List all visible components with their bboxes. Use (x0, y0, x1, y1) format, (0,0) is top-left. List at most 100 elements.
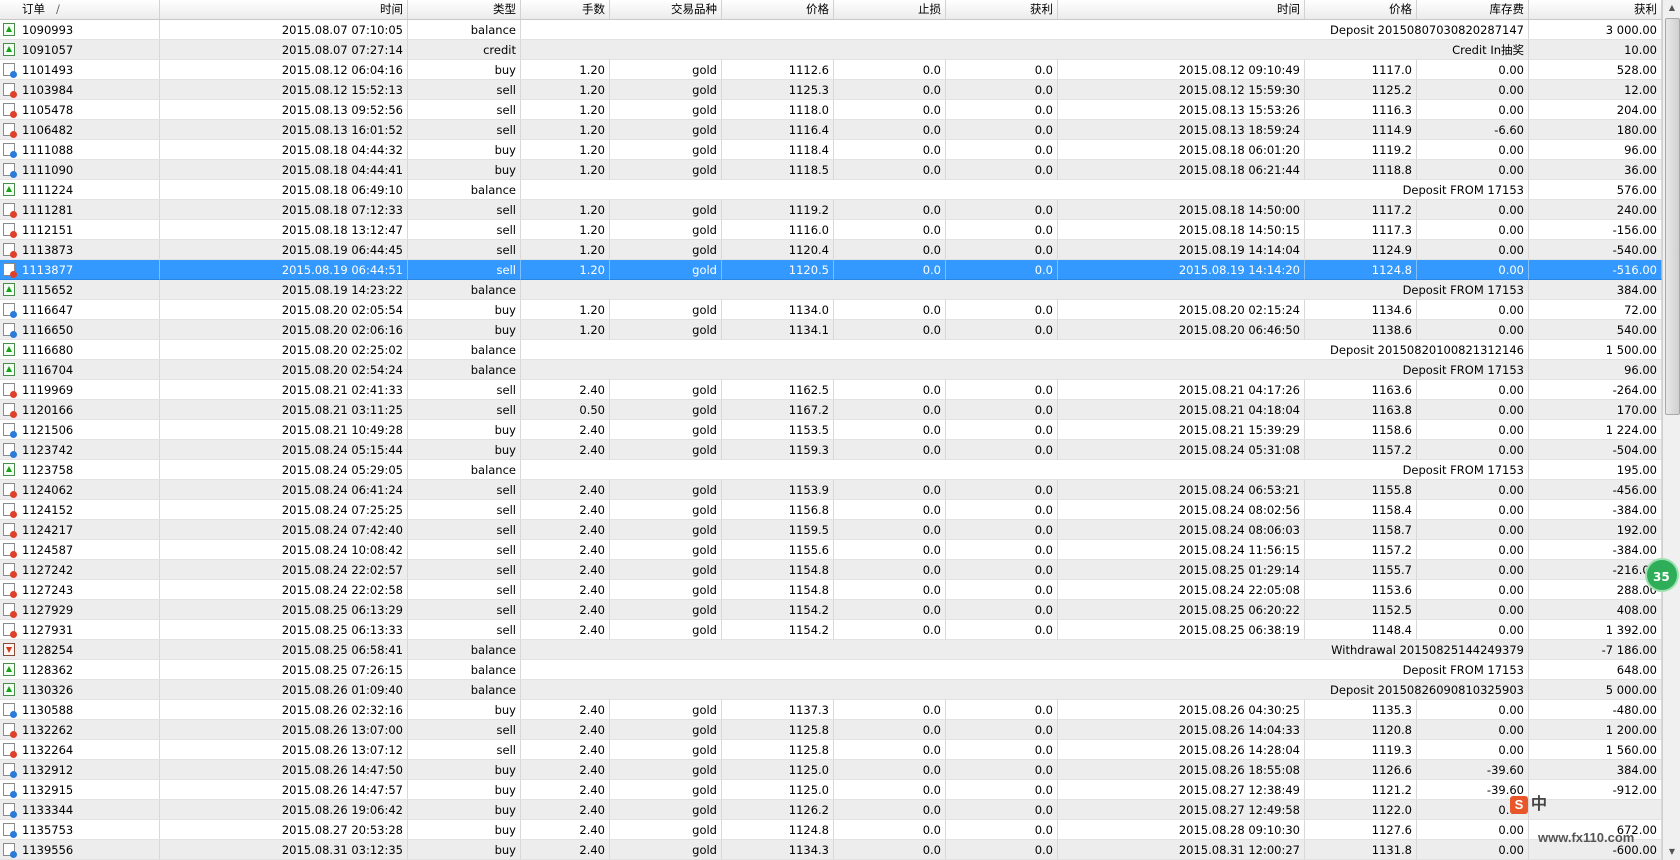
buy-order-icon (3, 443, 17, 458)
table-row[interactable]: 1130326 2015.08.26 01:09:40 balance 5 000.0… (0, 680, 1662, 700)
cell-close-time: 2015.08.18 06:21:44 (1058, 160, 1305, 180)
cell-open-time: 2015.08.26 13:07:00 (160, 720, 408, 740)
scrollbar-thumb[interactable] (1665, 18, 1680, 415)
table-row[interactable]: 1119969 2015.08.21 02:41:33 sell 2.40 gold 11… (0, 380, 1662, 400)
table-row[interactable]: 1133344 2015.08.26 19:06:42 buy 2.40 gold 112… (0, 800, 1662, 820)
cell-stop-loss: 0.0 (834, 260, 946, 280)
cell-close-price: 1157.2 (1305, 440, 1417, 460)
cell-close-price: 1118.8 (1305, 160, 1417, 180)
cell-lots: 1.20 (521, 140, 610, 160)
cell-swap: 0.00 (1417, 300, 1529, 320)
table-row[interactable]: 1116647 2015.08.20 02:05:54 buy 1.20 gold 113… (0, 300, 1662, 320)
table-row[interactable]: 1123758 2015.08.24 05:29:05 balance 195.00 D… (0, 460, 1662, 480)
table-row[interactable]: 1116704 2015.08.20 02:54:24 balance 96.00 De… (0, 360, 1662, 380)
table-row[interactable]: 1111088 2015.08.18 04:44:32 buy 1.20 gold 111… (0, 140, 1662, 160)
vertical-scrollbar[interactable]: ▲ ▼ (1662, 0, 1680, 860)
header-order[interactable]: 订单 / (0, 0, 160, 19)
cell-open-price: 1118.4 (722, 140, 834, 160)
header-swap[interactable]: 库存费 (1417, 0, 1529, 19)
table-row[interactable]: 1132915 2015.08.26 14:47:57 buy 2.40 gold 112… (0, 780, 1662, 800)
table-row[interactable]: 1121506 2015.08.21 10:49:28 buy 2.40 gold 115… (0, 420, 1662, 440)
cell-open-price: 1126.2 (722, 800, 834, 820)
header-close-time[interactable]: 时间 (1058, 0, 1305, 19)
cell-profit: 192.00 (1529, 520, 1662, 540)
cell-close-time: 2015.08.24 08:02:56 (1058, 500, 1305, 520)
table-row[interactable]: 1132262 2015.08.26 13:07:00 sell 2.40 gold 11… (0, 720, 1662, 740)
cell-close-time: 2015.08.24 22:05:08 (1058, 580, 1305, 600)
cell-order: 1128254 (0, 640, 160, 660)
header-type[interactable]: 类型 (408, 0, 521, 19)
table-row[interactable]: 1113873 2015.08.19 06:44:45 sell 1.20 gold 11… (0, 240, 1662, 260)
table-row[interactable]: 1124062 2015.08.24 06:41:24 sell 2.40 gold 11… (0, 480, 1662, 500)
buy-order-icon (3, 423, 17, 438)
table-row[interactable]: 1111090 2015.08.18 04:44:41 buy 1.20 gold 111… (0, 160, 1662, 180)
table-row[interactable]: 1124587 2015.08.24 10:08:42 sell 2.40 gold 11… (0, 540, 1662, 560)
cell-close-price: 1153.6 (1305, 580, 1417, 600)
table-row[interactable]: 1132912 2015.08.26 14:47:50 buy 2.40 gold 112… (0, 760, 1662, 780)
cell-lots: 2.40 (521, 580, 610, 600)
table-row[interactable]: 1120166 2015.08.21 03:11:25 sell 0.50 gold 11… (0, 400, 1662, 420)
table-row[interactable]: 1115652 2015.08.19 14:23:22 balance 384.00 D… (0, 280, 1662, 300)
table-row[interactable]: 1139556 2015.08.31 03:12:35 buy 2.40 gold 113… (0, 840, 1662, 860)
table-row[interactable]: 1128254 2015.08.25 06:58:41 balance -7 186.… (0, 640, 1662, 660)
header-lots[interactable]: 手数 (521, 0, 610, 19)
cell-lots: 1.20 (521, 220, 610, 240)
header-close-price[interactable]: 价格 (1305, 0, 1417, 19)
sell-order-icon (3, 603, 17, 618)
table-row[interactable]: 1127931 2015.08.25 06:13:33 sell 2.40 gold 11… (0, 620, 1662, 640)
header-take-profit[interactable]: 获利 (946, 0, 1058, 19)
table-row[interactable]: 1127242 2015.08.24 22:02:57 sell 2.40 gold 11… (0, 560, 1662, 580)
header-profit[interactable]: 获利 (1529, 0, 1662, 19)
cell-symbol: gold (610, 800, 722, 820)
cell-lots: 2.40 (521, 480, 610, 500)
header-stop-loss[interactable]: 止损 (834, 0, 946, 19)
table-row[interactable]: 1113877 2015.08.19 06:44:51 sell 1.20 gold 11… (0, 260, 1662, 280)
table-row[interactable]: 1135753 2015.08.27 20:53:28 buy 2.40 gold 112… (0, 820, 1662, 840)
table-row[interactable]: 1090993 2015.08.07 07:10:05 balance 3 000.0… (0, 20, 1662, 40)
cell-profit: 384.00 (1529, 760, 1662, 780)
table-row[interactable]: 1124152 2015.08.24 07:25:25 sell 2.40 gold 11… (0, 500, 1662, 520)
header-open-time[interactable]: 时间 (160, 0, 408, 19)
table-row[interactable]: 1103984 2015.08.12 15:52:13 sell 1.20 gold 11… (0, 80, 1662, 100)
cell-swap: 0.00 (1417, 480, 1529, 500)
table-row[interactable]: 1116650 2015.08.20 02:06:16 buy 1.20 gold 113… (0, 320, 1662, 340)
cell-open-time: 2015.08.24 06:41:24 (160, 480, 408, 500)
cell-open-price: 1124.8 (722, 820, 834, 840)
table-row[interactable]: 1132264 2015.08.26 13:07:12 sell 2.40 gold 11… (0, 740, 1662, 760)
cell-symbol: gold (610, 200, 722, 220)
table-row[interactable]: 1105478 2015.08.13 09:52:56 sell 1.20 gold 11… (0, 100, 1662, 120)
table-row[interactable]: 1124217 2015.08.24 07:42:40 sell 2.40 gold 11… (0, 520, 1662, 540)
table-row[interactable]: 1127929 2015.08.25 06:13:29 sell 2.40 gold 11… (0, 600, 1662, 620)
table-row[interactable]: 1112151 2015.08.18 13:12:47 sell 1.20 gold 11… (0, 220, 1662, 240)
table-row[interactable]: 1128362 2015.08.25 07:26:15 balance 648.00 D… (0, 660, 1662, 680)
cell-take-profit: 0.0 (946, 480, 1058, 500)
cell-symbol: gold (610, 700, 722, 720)
table-row[interactable]: 1106482 2015.08.13 16:01:52 sell 1.20 gold 11… (0, 120, 1662, 140)
table-row[interactable]: 1127243 2015.08.24 22:02:58 sell 2.40 gold 11… (0, 580, 1662, 600)
floating-badge[interactable]: 35 (1645, 558, 1679, 592)
cell-open-time: 2015.08.20 02:05:54 (160, 300, 408, 320)
table-row[interactable]: 1091057 2015.08.07 07:27:14 credit 10.00 Cre… (0, 40, 1662, 60)
table-row[interactable]: 1111281 2015.08.18 07:12:33 sell 1.20 gold 11… (0, 200, 1662, 220)
cell-take-profit: 0.0 (946, 440, 1058, 460)
header-open-price[interactable]: 价格 (722, 0, 834, 19)
table-row[interactable]: 1111224 2015.08.18 06:49:10 balance 576.00 D… (0, 180, 1662, 200)
table-row[interactable]: 1116680 2015.08.20 02:25:02 balance 1 500.0… (0, 340, 1662, 360)
table-row[interactable]: 1123742 2015.08.24 05:15:44 buy 2.40 gold 115… (0, 440, 1662, 460)
cell-close-time: 2015.08.21 04:17:26 (1058, 380, 1305, 400)
table-row[interactable]: 1101493 2015.08.12 06:04:16 buy 1.20 gold 111… (0, 60, 1662, 80)
cell-close-time: 2015.08.19 14:14:20 (1058, 260, 1305, 280)
cell-open-time: 2015.08.26 19:06:42 (160, 800, 408, 820)
cell-profit: -456.00 (1529, 480, 1662, 500)
arrow-up-icon[interactable]: ▲ (1666, 2, 1678, 14)
cell-order: 1115652 (0, 280, 160, 300)
cell-type: credit (408, 40, 521, 60)
cell-open-time: 2015.08.21 03:11:25 (160, 400, 408, 420)
cell-open-time: 2015.08.21 10:49:28 (160, 420, 408, 440)
arrow-down-icon[interactable]: ▼ (1666, 846, 1678, 858)
cell-profit: 576.00 (1529, 180, 1662, 200)
header-symbol[interactable]: 交易品种 (610, 0, 722, 19)
cell-take-profit: 0.0 (946, 220, 1058, 240)
sell-order-icon (3, 243, 17, 258)
table-row[interactable]: 1130588 2015.08.26 02:32:16 buy 2.40 gold 113… (0, 700, 1662, 720)
